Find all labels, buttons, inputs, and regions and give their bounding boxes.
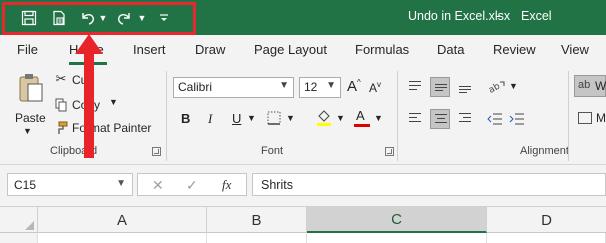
decrease-indent-icon[interactable] xyxy=(487,111,503,127)
spreadsheet-grid: A B C D xyxy=(0,206,606,243)
wrap-text-label: W xyxy=(595,79,606,93)
font-color-dropdown-icon[interactable]: ▼ xyxy=(374,113,383,123)
ribbon-divider xyxy=(397,71,398,161)
decrease-font-size-icon[interactable]: Av xyxy=(369,80,381,95)
paste-icon xyxy=(18,73,44,103)
formula-controls: ✕ ✓ fx xyxy=(137,173,247,196)
chevron-down-icon: ▼ xyxy=(326,80,336,91)
window-title: Undo in Excel.xlsx xyxy=(408,9,511,23)
name-box-value: C15 xyxy=(14,178,37,192)
wrap-text-button[interactable]: ab W xyxy=(574,75,606,97)
annotation-arrow xyxy=(74,34,104,161)
table-cell[interactable] xyxy=(207,233,307,243)
copy-icon[interactable] xyxy=(54,97,68,113)
italic-button[interactable]: I xyxy=(208,111,212,127)
column-header-d[interactable]: D xyxy=(487,207,606,233)
tab-insert[interactable]: Insert xyxy=(133,42,166,57)
font-color-label: A xyxy=(356,108,365,123)
quick-access-highlight-box xyxy=(2,2,196,35)
align-right-button[interactable] xyxy=(455,109,475,129)
chevron-down-icon: ▼ xyxy=(279,80,289,91)
align-left-button[interactable] xyxy=(405,109,425,129)
font-color-button[interactable]: A xyxy=(354,108,370,128)
merge-center-button[interactable]: M xyxy=(576,109,606,129)
tab-review[interactable]: Review xyxy=(493,42,536,57)
borders-dropdown-icon[interactable]: ▼ xyxy=(286,113,295,123)
chevron-down-icon: ▼ xyxy=(116,178,126,189)
svg-text:ab: ab xyxy=(488,81,502,95)
paste-label: Paste xyxy=(15,111,46,125)
enter-icon[interactable]: ✓ xyxy=(186,177,198,194)
top-align-button[interactable] xyxy=(405,77,425,97)
merge-center-icon xyxy=(578,112,592,124)
tab-file[interactable]: File xyxy=(17,42,38,57)
select-all-corner[interactable] xyxy=(0,207,38,233)
font-name-combo[interactable]: Calibri ▼ xyxy=(173,77,294,98)
fill-color-icon[interactable] xyxy=(316,109,332,127)
copy-dropdown-icon[interactable]: ▼ xyxy=(109,97,118,107)
paste-button[interactable]: Paste ▼ xyxy=(12,71,48,137)
tab-view[interactable]: View xyxy=(561,42,589,57)
formula-input[interactable]: Shrits xyxy=(252,173,606,196)
underline-button[interactable]: U xyxy=(232,111,241,126)
tab-formulas[interactable]: Formulas xyxy=(355,42,409,57)
alignment-group-label: Alignment xyxy=(520,145,569,157)
align-center-button[interactable] xyxy=(430,109,450,129)
scissors-icon[interactable]: ✂ xyxy=(54,71,68,87)
table-cell[interactable] xyxy=(38,233,207,243)
column-header-b[interactable]: B xyxy=(207,207,307,233)
column-header-a[interactable]: A xyxy=(38,207,207,233)
tab-page-layout[interactable]: Page Layout xyxy=(254,42,327,57)
increase-font-size-icon[interactable]: A^ xyxy=(347,78,361,95)
row-header[interactable] xyxy=(0,233,38,243)
increase-indent-icon[interactable] xyxy=(509,111,525,127)
table-cell[interactable] xyxy=(487,233,606,243)
font-group-label: Font xyxy=(261,145,284,157)
format-painter-icon[interactable] xyxy=(54,120,68,136)
underline-dropdown-icon[interactable]: ▼ xyxy=(247,113,256,123)
tab-draw[interactable]: Draw xyxy=(195,42,225,57)
font-size-value: 12 xyxy=(304,80,318,94)
middle-align-button[interactable] xyxy=(430,77,450,97)
orientation-dropdown-icon[interactable]: ▼ xyxy=(509,81,518,91)
paste-dropdown-icon[interactable]: ▼ xyxy=(23,126,32,136)
font-color-swatch xyxy=(354,124,370,127)
clipboard-launcher-icon[interactable] xyxy=(152,147,161,156)
table-cell[interactable] xyxy=(307,233,487,243)
font-name-value: Calibri xyxy=(178,80,213,94)
app-name: Excel xyxy=(521,9,552,23)
bold-button[interactable]: B xyxy=(181,111,190,126)
ribbon-divider xyxy=(166,71,167,161)
name-box[interactable]: C15 ▼ xyxy=(7,173,133,196)
tab-data[interactable]: Data xyxy=(437,42,464,57)
formula-bar: C15 ▼ ✕ ✓ fx Shrits xyxy=(0,166,606,206)
column-headers: A B C D xyxy=(0,206,606,233)
ribbon-divider xyxy=(568,71,569,161)
bottom-align-button[interactable] xyxy=(455,77,475,97)
column-header-c[interactable]: C xyxy=(307,207,487,233)
fill-color-dropdown-icon[interactable]: ▼ xyxy=(336,113,345,123)
font-size-combo[interactable]: 12 ▼ xyxy=(299,77,341,98)
font-launcher-icon[interactable] xyxy=(385,147,394,156)
title-separator: - xyxy=(496,9,501,23)
orientation-icon[interactable]: ab xyxy=(487,79,507,95)
borders-icon[interactable] xyxy=(266,110,282,126)
wrap-text-icon: ab xyxy=(578,79,591,91)
cancel-icon[interactable]: ✕ xyxy=(152,177,164,194)
insert-function-icon[interactable]: fx xyxy=(222,177,231,193)
formula-value: Shrits xyxy=(261,178,293,192)
